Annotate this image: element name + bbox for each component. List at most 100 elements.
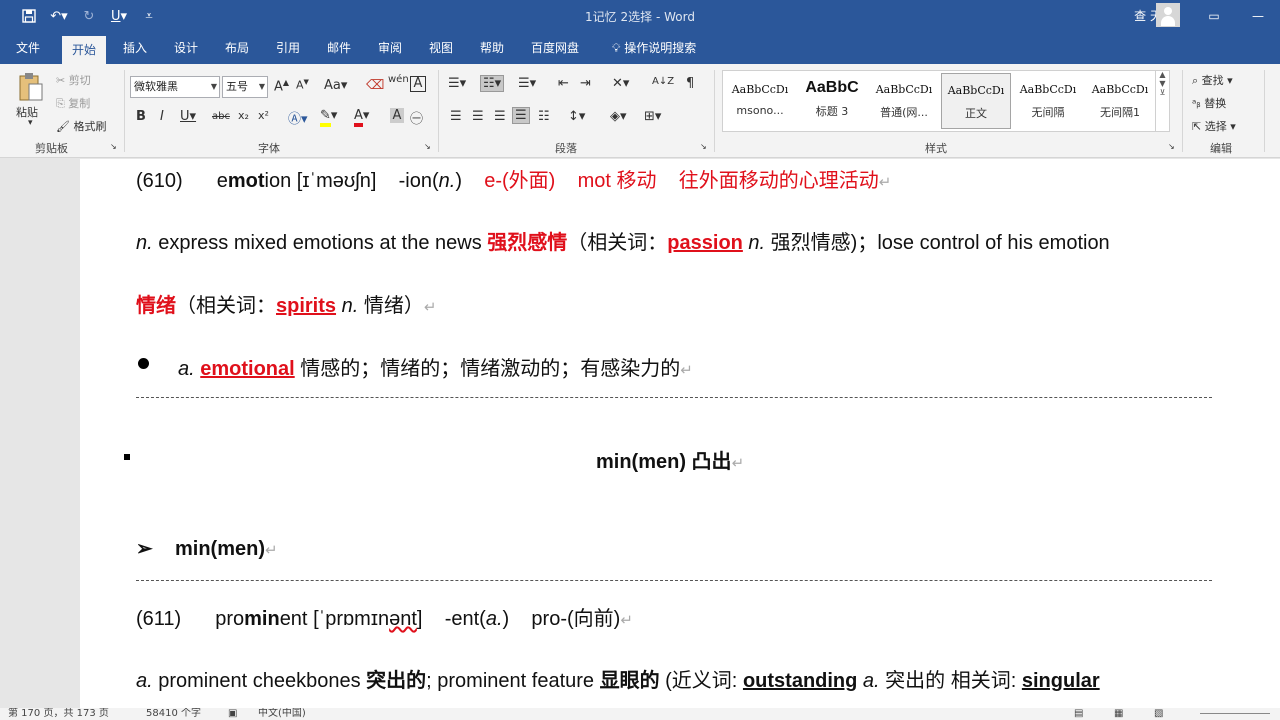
underline-icon[interactable]: U▾ <box>180 109 196 124</box>
sort-icon[interactable]: A↓Z <box>652 76 674 87</box>
root-meaning: e-(外面) <box>484 170 556 192</box>
superscript-icon[interactable]: x² <box>258 109 269 122</box>
replace-button[interactable]: ᵃᵦ 替换 <box>1192 95 1226 111</box>
paste-button[interactable]: 粘贴 <box>16 104 38 120</box>
decrease-indent-icon[interactable]: ⇤ <box>558 76 569 91</box>
word-count[interactable]: 58410 个字 <box>146 708 201 720</box>
multilevel-list-icon[interactable]: ☰▾ <box>518 76 536 91</box>
style-sample: AaBbCcDı <box>731 83 789 96</box>
distributed-icon[interactable]: ☷ <box>538 109 550 124</box>
select-label: 选择 <box>1204 120 1227 133</box>
line-spacing-icon[interactable]: ↕▾ <box>568 109 585 124</box>
text-effects-icon[interactable]: Ⓐ▾ <box>288 108 308 127</box>
clipboard-launcher-icon[interactable]: ↘ <box>110 142 117 151</box>
copy-button[interactable]: ⎘ 复制 <box>56 95 90 111</box>
grow-font-icon[interactable]: A▲ <box>274 78 289 94</box>
italic-icon[interactable]: I <box>160 109 164 124</box>
clear-formatting-icon[interactable]: ⌫ <box>366 78 384 93</box>
tab-help[interactable]: 帮助 <box>470 32 514 64</box>
tab-view[interactable]: 视图 <box>419 32 463 64</box>
ribbon-display-icon[interactable]: ▭ <box>1192 0 1236 32</box>
strikethrough-icon[interactable]: abc <box>212 111 230 122</box>
enclose-characters-icon[interactable]: ㊀ <box>410 108 423 127</box>
avatar[interactable] <box>1156 3 1180 27</box>
align-right-icon[interactable]: ☰ <box>494 109 506 124</box>
tab-file[interactable]: 文件 <box>6 32 50 64</box>
paste-dropdown-icon[interactable]: ▾ <box>28 118 33 128</box>
font-launcher-icon[interactable]: ↘ <box>424 142 431 151</box>
tab-design[interactable]: 设计 <box>164 32 208 64</box>
shading-icon[interactable]: ◈▾ <box>610 109 627 124</box>
clipboard-group-label: 剪贴板 <box>35 142 68 155</box>
tell-me-label: 操作说明搜索 <box>624 41 697 55</box>
tab-references[interactable]: 引用 <box>266 32 310 64</box>
select-button[interactable]: ⇱ 选择 ▾ <box>1192 118 1236 134</box>
text: 突出的 相关词: <box>879 670 1022 692</box>
chinese-layout-icon[interactable]: ✕▾ <box>612 76 629 91</box>
document-page[interactable]: (610) emotion [ɪˈməʊʃn] -ion(n.) e-(外面) m… <box>80 159 1280 708</box>
word-part: e <box>216 170 228 192</box>
paste-icon[interactable] <box>18 72 44 102</box>
borders-icon[interactable]: ⊞▾ <box>644 109 661 124</box>
align-left-icon[interactable]: ☰ <box>450 109 462 124</box>
tab-mailings[interactable]: 邮件 <box>317 32 361 64</box>
style-name: msono... <box>736 104 784 117</box>
meaning: 强烈感情 <box>487 232 568 254</box>
style-no-spacing-1[interactable]: AaBbCcDı 无间隔1 <box>1085 73 1155 129</box>
root-title: min(men) 凸出 <box>596 451 732 473</box>
root-subheading: ➢ min(men)↵ <box>136 536 278 561</box>
align-center-icon[interactable]: ☰ <box>472 109 484 124</box>
format-painter-button[interactable]: 🖌︎ 格式刷 <box>56 118 106 134</box>
separator <box>1182 70 1183 152</box>
web-layout-icon[interactable]: ▧ <box>1154 708 1163 720</box>
language[interactable]: 中文(中国) <box>258 708 306 720</box>
justify-icon[interactable]: ☰ <box>512 107 530 124</box>
styles-launcher-icon[interactable]: ↘ <box>1168 142 1175 151</box>
divider <box>136 580 1212 581</box>
tab-home[interactable]: 开始 <box>62 36 107 64</box>
change-case-icon[interactable]: Aa▾ <box>324 78 347 93</box>
phonetic: [ˈprɒmɪn <box>313 608 390 630</box>
related-word: passion <box>667 232 743 254</box>
character-border-icon[interactable]: A <box>410 76 426 92</box>
entry-611-heading: (611) prominent [ˈprɒmɪnənt] -ent(a.) pro… <box>136 602 633 631</box>
paragraph-mark: ↵ <box>680 362 693 379</box>
style-normal[interactable]: AaBbCcDı 正文 <box>941 73 1011 129</box>
font-name-combo[interactable]: 微软雅黑 ▼ <box>130 76 220 98</box>
subscript-icon[interactable]: x₂ <box>238 109 249 122</box>
text: express mixed emotions at the news <box>152 232 488 254</box>
paragraph-launcher-icon[interactable]: ↘ <box>700 142 707 151</box>
shrink-font-icon[interactable]: A▼ <box>296 78 309 92</box>
phonetic-guide-icon[interactable]: wén <box>388 74 409 85</box>
proofing-icon[interactable]: ▣ <box>228 708 237 720</box>
style-heading-3[interactable]: AaBbC 标题 3 <box>797 73 867 129</box>
bullets-icon[interactable]: ☰▾ <box>448 76 466 91</box>
tab-insert[interactable]: 插入 <box>113 32 157 64</box>
zoom-slider[interactable] <box>1200 713 1270 714</box>
read-mode-icon[interactable]: ▤ <box>1074 708 1083 720</box>
font-color-icon[interactable]: A▾ <box>354 108 369 127</box>
increase-indent-icon[interactable]: ⇥ <box>580 76 591 91</box>
tab-review[interactable]: 审阅 <box>368 32 412 64</box>
show-marks-icon[interactable]: ¶ <box>686 76 694 91</box>
find-button[interactable]: ⌕ 查找 ▾ <box>1192 72 1233 88</box>
page-count[interactable]: 第 170 页，共 173 页 <box>8 708 109 720</box>
style-msono[interactable]: AaBbCcDı msono... <box>725 73 795 129</box>
character-shading-icon[interactable]: A <box>390 108 404 123</box>
font-size-combo[interactable]: 五号 ▼ <box>222 76 268 98</box>
cut-button[interactable]: ✂ 剪切 <box>56 72 91 88</box>
minimize-icon[interactable]: — <box>1236 0 1280 32</box>
highlight-icon[interactable]: ✎▾ <box>320 108 337 127</box>
styles-scrollbar[interactable]: ▲ ▼ ⊻ <box>1155 70 1169 132</box>
tell-me-search[interactable]: 💡︎ 操作说明搜索 <box>602 32 706 64</box>
suffix-pos: a. <box>485 608 503 630</box>
document-title: 1记忆 2选择 - Word <box>585 10 695 24</box>
tab-layout[interactable]: 布局 <box>215 32 259 64</box>
tab-baidu-netdisk[interactable]: 百度网盘 <box>521 32 589 64</box>
bold-icon[interactable]: B <box>136 109 146 124</box>
style-normal-web[interactable]: AaBbCcDı 普通(网... <box>869 73 939 129</box>
style-no-spacing[interactable]: AaBbCcDı 无间隔 <box>1013 73 1083 129</box>
numbering-icon[interactable]: ☷▾ <box>480 75 505 92</box>
print-layout-icon[interactable]: ▦ <box>1114 708 1123 720</box>
suffix-pos: n. <box>438 170 456 192</box>
